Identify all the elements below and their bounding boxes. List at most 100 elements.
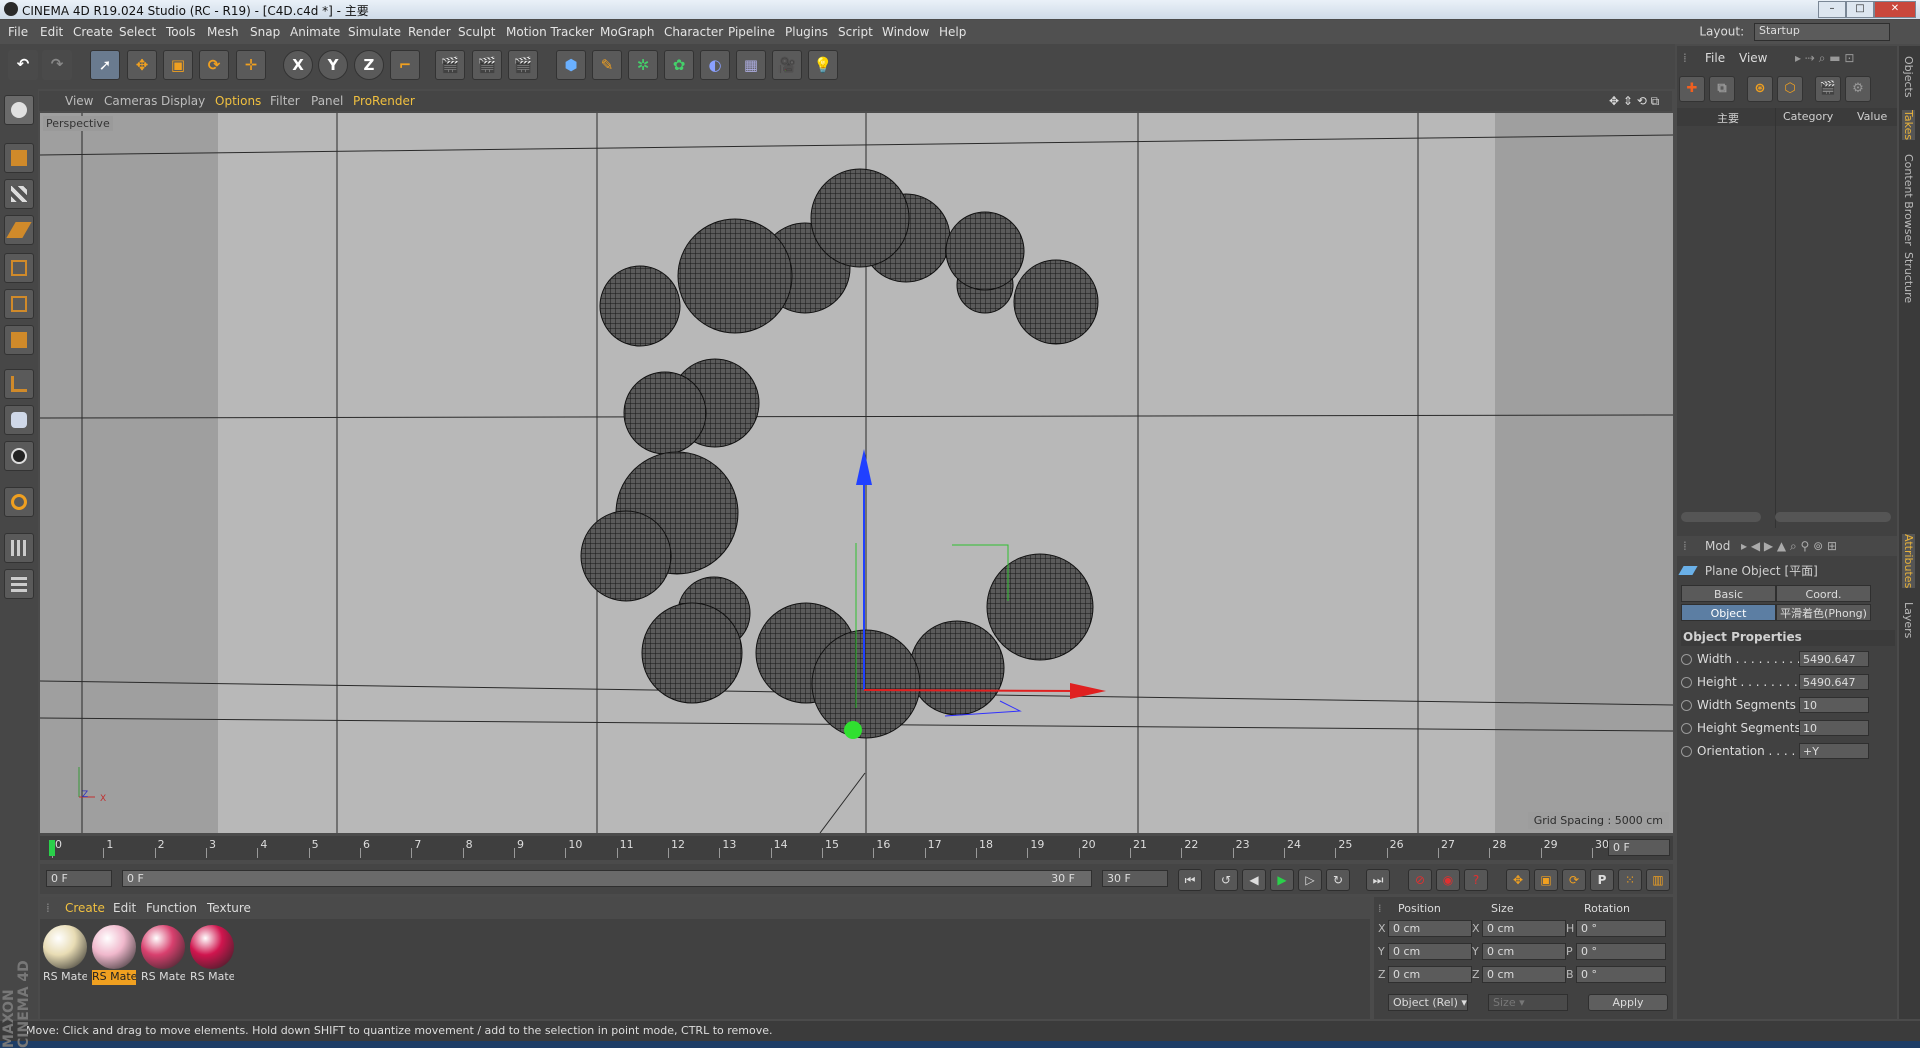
takes-h-scrollbar-left[interactable] [1681,512,1761,522]
material-label[interactable]: RS Mate [92,970,136,985]
prev-key-button[interactable]: ↺ [1214,869,1238,891]
material-label[interactable]: RS Mate [190,970,234,985]
end-frame-field[interactable]: 30 F [1102,870,1168,887]
size-field[interactable]: 0 cm [1482,966,1566,983]
take-override-icon[interactable]: ⊛ [1747,76,1773,102]
object-menu-view[interactable]: View [1739,51,1767,65]
texture-mode-icon[interactable] [4,179,34,209]
material-swatch[interactable] [92,925,136,969]
animate-dot-icon[interactable] [1681,723,1692,734]
material-label[interactable]: RS Mate [43,970,87,985]
animate-dot-icon[interactable] [1681,677,1692,688]
autokey-button[interactable]: ◉ [1436,869,1460,891]
menu-motion-tracker[interactable]: Motion Tracker [506,25,594,39]
viewport-menu-display[interactable]: Display [161,94,205,108]
animate-dot-icon[interactable] [1681,746,1692,757]
material-menu-texture[interactable]: Texture [207,901,251,915]
timeline-ruler[interactable]: 0 1 2 3 4 5 6 7 8 9 10 11 12 13 14 15 16 17 18 19 20 21 22 23 24… [40,836,1673,860]
property-value-field[interactable]: 5490.647 [1799,651,1869,667]
pen-spline-icon[interactable]: ✎ [592,50,622,80]
menu-character[interactable]: Character [664,25,723,39]
animate-dot-icon[interactable] [1681,700,1692,711]
close-button[interactable]: ✕ [1874,1,1916,18]
camera-icon[interactable]: 🎥 [772,50,802,80]
timeline-window-button[interactable]: ▥ [1646,869,1670,891]
menu-mograph[interactable]: MoGraph [600,25,655,39]
render-settings-icon[interactable]: 🎬 [508,50,538,80]
menu-mesh[interactable]: Mesh [207,25,239,39]
property-value-field[interactable]: 10 [1799,697,1869,713]
move-icon[interactable]: ✥ [127,50,157,80]
apply-button[interactable]: Apply [1588,994,1668,1011]
position-field[interactable]: 0 cm [1388,920,1472,937]
x-axis-lock[interactable]: X [283,50,313,80]
workplane-lock-icon[interactable] [4,533,34,563]
quantize-icon[interactable] [4,569,34,599]
menu-pipeline[interactable]: Pipeline [728,25,775,39]
material-menu-function[interactable]: Function [146,901,197,915]
take-clone-icon[interactable]: ⧉ [1709,76,1735,102]
takes-h-scrollbar-right[interactable] [1775,512,1891,522]
undo-icon[interactable]: ↶ [8,50,38,80]
object-menu-tools-icons[interactable]: ▸ ⇢ ⌕ ▬ ⊡ [1795,51,1854,66]
property-value-field[interactable]: 5490.647 [1799,674,1869,690]
size-mode-dropdown[interactable]: Size ▾ [1488,994,1568,1011]
attr-tab-basic[interactable]: Basic [1681,585,1776,602]
position-field[interactable]: 0 cm [1388,966,1472,983]
menu-tools[interactable]: Tools [166,25,196,39]
attribute-mode-menu[interactable]: Mod [1705,539,1730,553]
side-tab-takes[interactable]: Takes [1902,110,1915,141]
property-value-field[interactable]: 10 [1799,720,1869,736]
menu-sculpt[interactable]: Sculpt [458,25,495,39]
solo-icon[interactable] [4,441,34,471]
menu-snap[interactable]: Snap [250,25,280,39]
record-keys-button[interactable]: ⊘ [1408,869,1432,891]
workplane-mode-icon[interactable] [4,215,34,245]
tweak-mode-icon[interactable] [4,405,34,435]
side-tab-layers[interactable]: Layers [1902,602,1915,638]
rotate-icon[interactable]: ⟳ [199,50,229,80]
position-field[interactable]: 0 cm [1388,943,1472,960]
menu-window[interactable]: Window [882,25,929,39]
minimize-button[interactable]: – [1818,1,1846,18]
y-axis-lock[interactable]: Y [318,50,348,80]
next-frame-button[interactable]: ▷ [1298,869,1322,891]
maximize-button[interactable]: □ [1846,1,1874,18]
render-picture-viewer-icon[interactable]: 🎬 [472,50,502,80]
material-swatch[interactable] [43,925,87,969]
coordinate-system-icon[interactable]: ⌐ [390,50,420,80]
attr-tab-phong[interactable]: 平滑着色(Phong) [1776,604,1871,621]
rotation-field[interactable]: 0 ° [1576,943,1666,960]
material-label[interactable]: RS Mate [141,970,185,985]
frame-range-slider[interactable]: 0 F 30 F [122,870,1092,887]
viewport-menu-view[interactable]: View [65,94,93,108]
material-menu-edit[interactable]: Edit [113,901,136,915]
menu-create[interactable]: Create [73,25,113,39]
layout-selector[interactable]: Layout: Startup [1699,23,1890,41]
model-mode-icon[interactable] [4,143,34,173]
light-icon[interactable]: 💡 [808,50,838,80]
next-key-button[interactable]: ↻ [1326,869,1350,891]
material-menu-create[interactable]: Create [65,901,105,915]
viewport-nav-icons[interactable]: ✥ ⇕ ⟲ ⧉ [1609,94,1659,109]
floor-icon[interactable]: ▦ [736,50,766,80]
side-tab-objects[interactable]: Objects [1902,56,1915,98]
play-button[interactable]: ▶ [1270,869,1294,891]
object-menu-file[interactable]: File [1705,51,1725,65]
side-tab-attributes[interactable]: Attributes [1902,534,1915,589]
key-rotation-button[interactable]: ⟳ [1562,869,1586,891]
snap-icon[interactable] [4,487,34,517]
perspective-viewport[interactable]: Z X Perspective Grid Spacing : 5000 cm [40,113,1673,833]
take-render-icon[interactable]: 🎬 [1815,76,1841,102]
axis-mode-icon[interactable] [4,369,34,399]
takes-main-label[interactable]: 主要 [1717,110,1739,126]
goto-end-button[interactable]: ⏭ [1366,869,1390,891]
gizmo-y-arrow[interactable] [856,449,872,485]
size-field[interactable]: 0 cm [1482,943,1566,960]
menu-plugins[interactable]: Plugins [785,25,828,39]
take-settings-icon[interactable]: ⚙ [1845,76,1871,102]
object-axis-origin[interactable] [844,721,862,739]
material-swatch[interactable] [141,925,185,969]
gizmo-x-axis[interactable] [863,689,1081,692]
menu-edit[interactable]: Edit [40,25,63,39]
